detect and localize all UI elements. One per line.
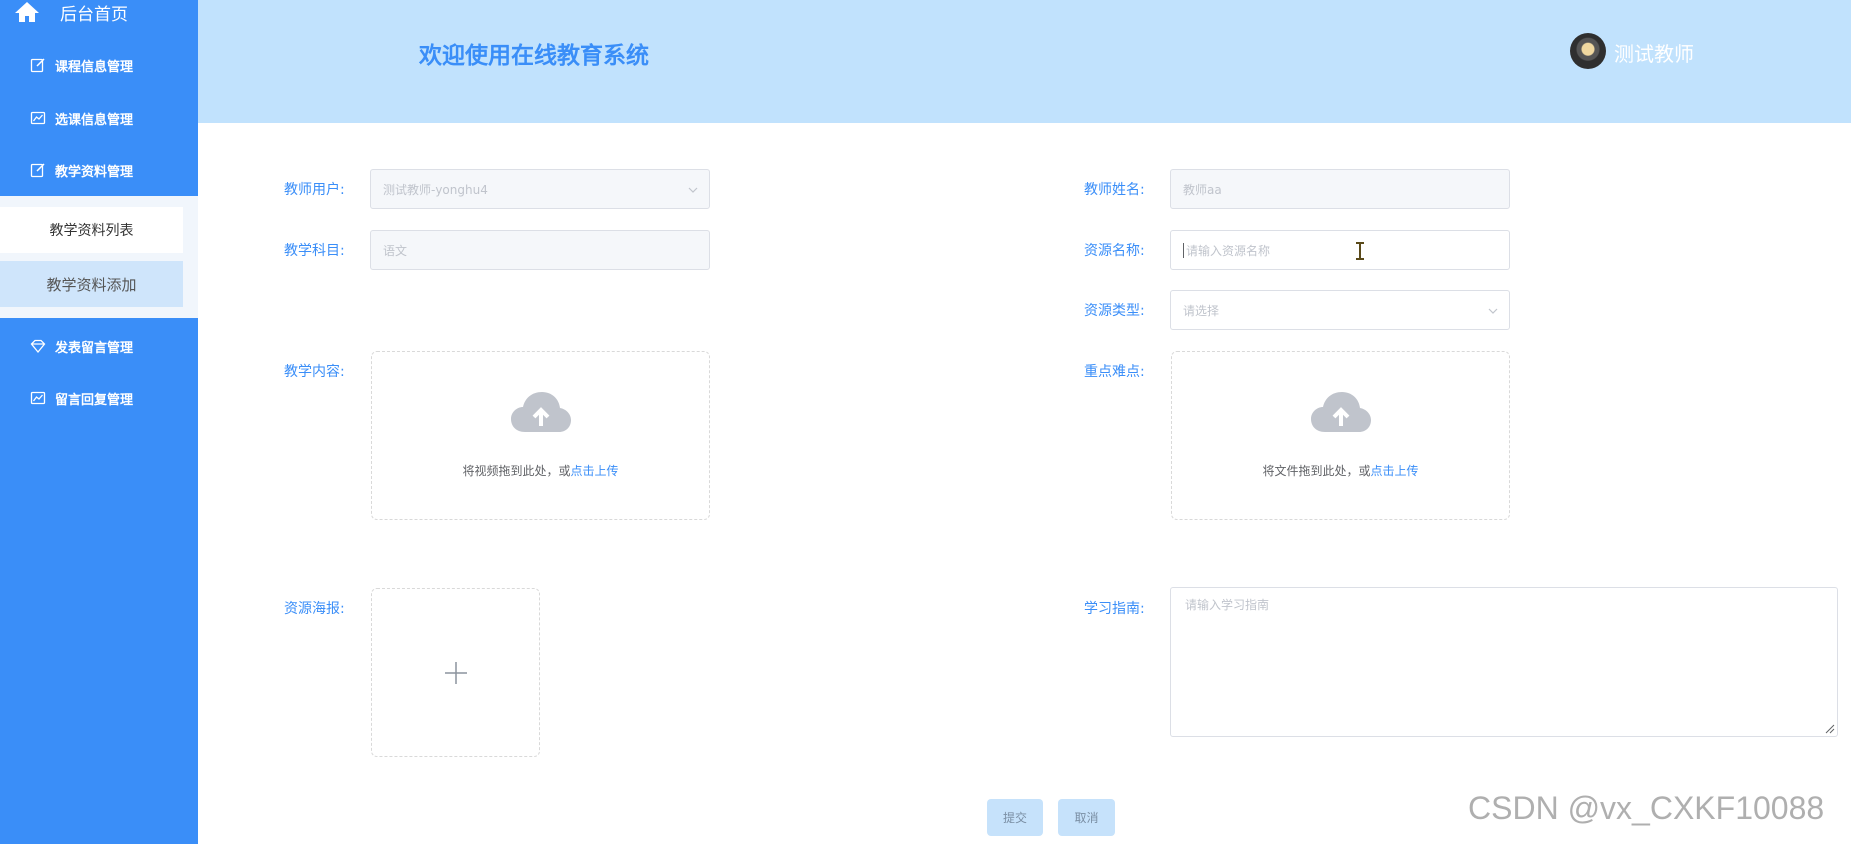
sidebar-item-course[interactable]: 课程信息管理 [0, 45, 198, 85]
edit-icon [30, 58, 45, 73]
teacher-user-value: 测试教师-yonghu4 [383, 182, 488, 197]
home-icon [15, 2, 39, 22]
sidebar-item-selection[interactable]: 选课信息管理 [0, 98, 198, 138]
chevron-down-icon [1488, 308, 1498, 314]
username[interactable]: 测试教师 [1614, 38, 1694, 67]
submenu-item-material-list[interactable]: 教学资料列表 [0, 207, 183, 253]
teacher-name-label: 教师姓名: [1084, 182, 1145, 198]
upload-hint: 将视频拖到此处，或 [462, 464, 571, 478]
resource-name-label: 资源名称: [1084, 243, 1145, 259]
key-points-label: 重点难点: [1084, 364, 1145, 380]
resource-name-placeholder: 请输入资源名称 [1186, 243, 1271, 258]
sidebar-item-label: 课程信息管理 [55, 59, 134, 75]
sidebar-item-label: 选课信息管理 [55, 112, 134, 128]
guide-textarea[interactable]: 请输入学习指南 [1170, 587, 1838, 737]
upload-hint: 将文件拖到此处，或 [1262, 464, 1371, 478]
sidebar-item-post-message[interactable]: 发表留言管理 [0, 326, 198, 366]
subject-field: 语文 [370, 230, 710, 270]
nav-home[interactable]: 后台首页 [14, 0, 128, 25]
teacher-name-field: 教师aa [1170, 169, 1510, 209]
guide-placeholder: 请输入学习指南 [1185, 598, 1270, 612]
page-title: 欢迎使用在线教育系统 [419, 43, 649, 69]
key-points-upload-text: 将文件拖到此处，或点击上传 [1172, 462, 1509, 479]
gem-icon [30, 339, 46, 354]
cancel-button[interactable]: 取消 [1058, 799, 1115, 836]
cloud-upload-icon [1311, 392, 1371, 432]
content-upload-dropzone[interactable]: 将视频拖到此处，或点击上传 [371, 351, 710, 520]
sidebar-item-reply-message[interactable]: 留言回复管理 [0, 378, 198, 418]
avatar[interactable] [1570, 33, 1606, 69]
subject-value: 语文 [383, 243, 408, 258]
poster-label: 资源海报: [284, 601, 345, 617]
key-points-upload-dropzone[interactable]: 将文件拖到此处，或点击上传 [1171, 351, 1510, 520]
resize-grip-icon[interactable] [1825, 724, 1835, 734]
sidebar-item-label: 发表留言管理 [55, 340, 134, 356]
edit-icon [30, 163, 45, 178]
resource-type-select[interactable]: 请选择 [1170, 290, 1510, 330]
content-upload-text: 将视频拖到此处，或点击上传 [372, 462, 709, 479]
teacher-user-label: 教师用户: [284, 182, 345, 198]
sidebar-item-label: 留言回复管理 [55, 392, 134, 408]
sidebar-item-label: 教学资料管理 [55, 164, 134, 180]
resource-type-label: 资源类型: [1084, 303, 1145, 319]
resource-name-input[interactable]: 请输入资源名称 [1170, 230, 1510, 270]
upload-link[interactable]: 点击上传 [1371, 464, 1419, 478]
poster-upload[interactable] [371, 588, 540, 757]
subject-label: 教学科目: [284, 243, 345, 259]
guide-label: 学习指南: [1084, 601, 1145, 617]
chevron-down-icon [688, 187, 698, 193]
teacher-name-value: 教师aa [1183, 182, 1222, 197]
content-label: 教学内容: [284, 364, 345, 380]
text-caret [1183, 242, 1184, 258]
resource-type-placeholder: 请选择 [1183, 303, 1220, 318]
watermark: CSDN @vx_CXKF10088 [1468, 790, 1825, 826]
sidebar: 后台首页 课程信息管理 选课信息管理 教学资料管理 教学资料列表 教学资料添加 … [0, 0, 198, 844]
chart-icon [30, 391, 46, 405]
submit-button[interactable]: 提交 [987, 799, 1043, 836]
submenu-item-material-add[interactable]: 教学资料添加 [0, 261, 183, 307]
header: 欢迎使用在线教育系统 测试教师 [198, 0, 1851, 123]
plus-icon [445, 662, 467, 684]
upload-link[interactable]: 点击上传 [571, 464, 619, 478]
cloud-upload-icon [511, 392, 571, 432]
sidebar-item-materials[interactable]: 教学资料管理 [0, 150, 198, 190]
teacher-user-select: 测试教师-yonghu4 [370, 169, 710, 209]
text-cursor-icon [1356, 242, 1364, 260]
nav-home-label: 后台首页 [60, 4, 128, 25]
chart-icon [30, 111, 46, 125]
